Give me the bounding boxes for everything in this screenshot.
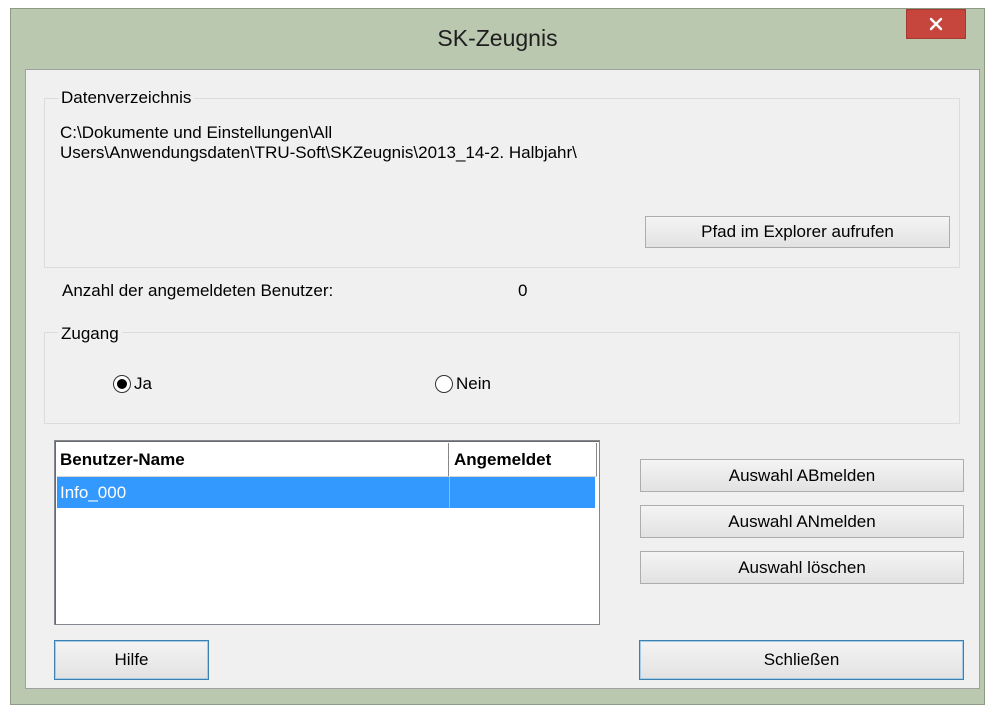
window-title: SK-Zeugnis bbox=[437, 25, 558, 51]
data-path-line-2: Users\Anwendungsdaten\TRU-Soft\SKZeugnis… bbox=[60, 143, 577, 162]
title-bar[interactable]: SK-Zeugnis bbox=[11, 9, 984, 71]
users-count-label: Anzahl der angemeldeten Benutzer: bbox=[62, 281, 334, 300]
column-header-angemeldet[interactable]: Angemeldet bbox=[449, 443, 597, 476]
data-path-line-1: C:\Dokumente und Einstellungen\All bbox=[60, 123, 333, 142]
datenverzeichnis-label: Datenverzeichnis bbox=[58, 88, 195, 108]
radio-circle-nein bbox=[435, 375, 453, 393]
column-header-benutzer-name[interactable]: Benutzer-Name bbox=[57, 443, 449, 476]
close-button[interactable] bbox=[906, 9, 966, 39]
zugang-group bbox=[44, 332, 960, 424]
user-list-header: Benutzer-Name Angemeldet bbox=[57, 443, 597, 477]
users-count-value: 0 bbox=[518, 281, 528, 300]
hilfe-button[interactable]: Hilfe bbox=[54, 640, 209, 680]
auswahl-loeschen-button[interactable]: Auswahl löschen bbox=[640, 551, 964, 584]
schliessen-button[interactable]: Schließen bbox=[639, 640, 964, 680]
open-in-explorer-button[interactable]: Pfad im Explorer aufrufen bbox=[645, 216, 950, 248]
user-name-cell: Info_000 bbox=[60, 483, 127, 502]
user-list[interactable]: Benutzer-Name Angemeldet Info_000 bbox=[54, 440, 600, 625]
radio-circle-ja bbox=[113, 375, 131, 393]
zugang-label: Zugang bbox=[58, 324, 122, 344]
zugang-ja-radio[interactable]: Ja bbox=[113, 374, 152, 394]
table-row[interactable]: Info_000 bbox=[57, 477, 595, 508]
zugang-nein-radio[interactable]: Nein bbox=[435, 374, 491, 394]
zugang-ja-label: Ja bbox=[134, 374, 152, 393]
radio-selected-dot bbox=[117, 379, 127, 389]
auswahl-abmelden-button[interactable]: Auswahl ABmelden bbox=[640, 459, 964, 492]
angemeldet-cell bbox=[449, 477, 595, 508]
dialog-window: SK-Zeugnis Datenverzeichnis C:\Dokumente… bbox=[10, 8, 985, 705]
dialog-client-area: Datenverzeichnis C:\Dokumente und Einste… bbox=[25, 69, 980, 689]
close-icon bbox=[929, 17, 943, 31]
zugang-nein-label: Nein bbox=[456, 374, 491, 393]
auswahl-anmelden-button[interactable]: Auswahl ANmelden bbox=[640, 505, 964, 538]
